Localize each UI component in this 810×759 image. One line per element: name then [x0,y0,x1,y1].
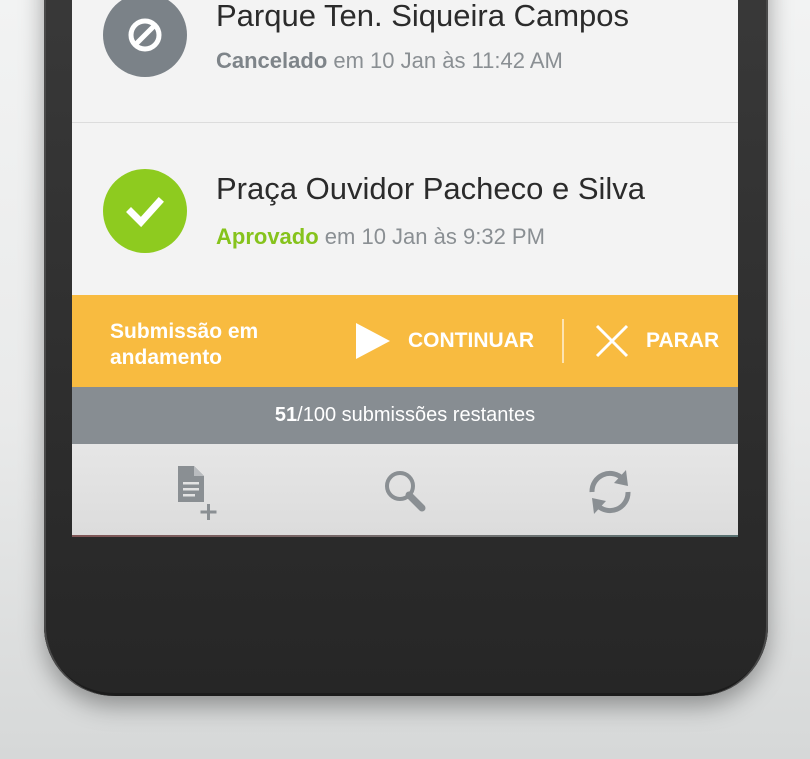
screen-edge [72,535,738,537]
submission-progress-banner: Submissão em andamento CONTINUAR PARAR [72,295,738,387]
bottom-toolbar [72,444,738,535]
search-button[interactable] [374,462,434,522]
continue-button[interactable]: CONTINUAR [354,295,534,387]
cancel-icon [128,18,162,52]
check-icon [126,197,164,228]
sync-button[interactable] [580,462,640,522]
submission-title: Praça Ouvidor Pacheco e Silva [216,171,646,206]
banner-message: Submissão em andamento [110,320,259,369]
stop-label: PARAR [646,329,720,352]
submission-status-line: Aprovado em 10 Jan às 9:32 PM [216,224,545,250]
approved-status-circle [103,169,187,253]
remaining-submissions-bar: 51/100 submissões restantes [72,387,738,444]
submission-item[interactable]: Parque Ten. Siqueira Campos Cancelado em… [72,0,738,123]
play-icon [356,323,390,359]
status-detail: em 10 Jan às 11:42 AM [327,48,563,73]
new-submission-button[interactable] [170,462,230,522]
remaining-count: 51 [274,404,298,426]
remaining-text: /100 submissões restantes [297,404,536,426]
cancelled-status-circle [103,0,187,77]
continue-label: CONTINUAR [408,329,534,352]
sync-icon [589,470,631,514]
status-label: Cancelado [216,48,328,73]
new-document-icon [178,466,217,520]
app-screen: Parque Ten. Siqueira Campos Cancelado em… [72,0,738,535]
banner-divider [562,319,564,363]
submission-status-line: Cancelado em 10 Jan às 11:42 AM [216,48,563,74]
status-label: Aprovado [216,224,319,249]
close-icon [595,324,629,358]
submission-item[interactable]: Praça Ouvidor Pacheco e Silva Aprovado e… [72,123,738,295]
status-detail: em 10 Jan às 9:32 PM [318,224,545,249]
submission-title: Parque Ten. Siqueira Campos [216,0,630,33]
stop-button[interactable]: PARAR [594,295,719,387]
search-icon [385,471,426,512]
